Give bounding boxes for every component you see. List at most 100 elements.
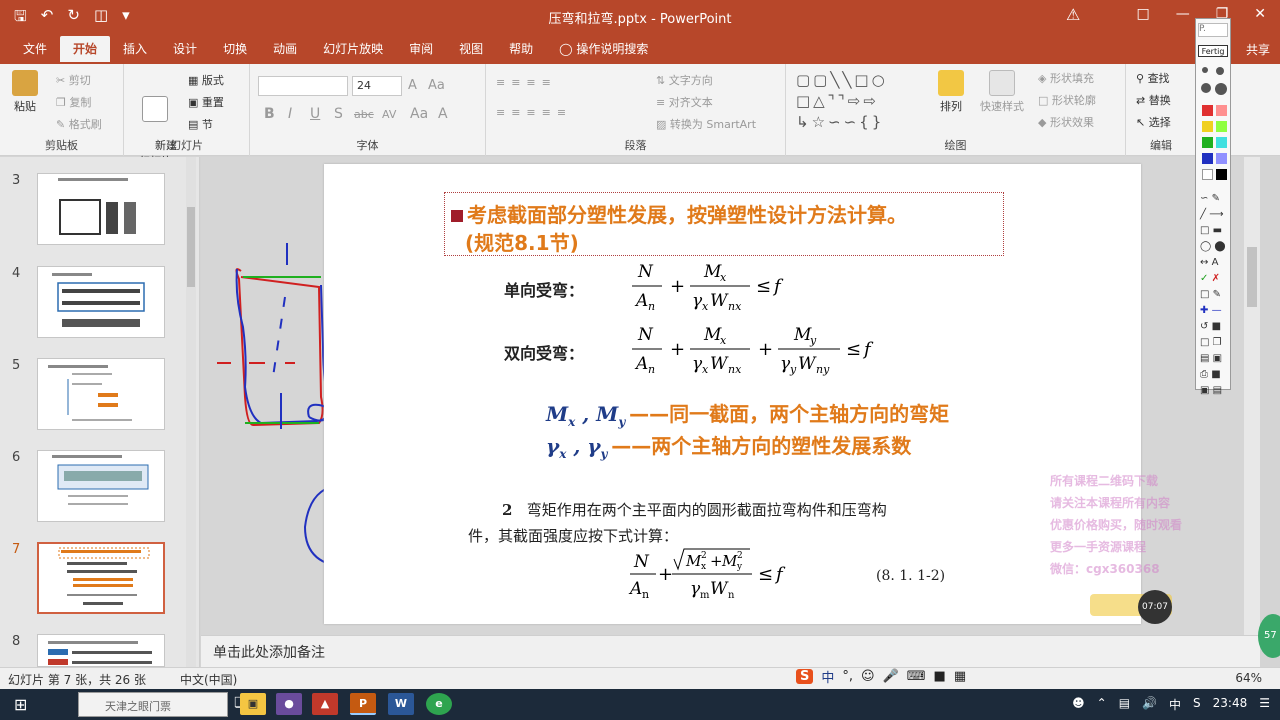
color-lime[interactable] <box>1216 121 1227 132</box>
tab-file[interactable]: 文件 <box>10 36 60 64</box>
tray-ime[interactable]: 中 <box>1169 696 1181 713</box>
keyboard-icon[interactable]: ⌨ <box>907 669 926 684</box>
shape-fill-button[interactable]: ◈ 形状填充 <box>1038 70 1094 86</box>
heading-box[interactable]: 考虑截面部分塑性发展，按弹塑性设计方法计算。 (规范8.1节) <box>444 192 1004 256</box>
cross-icon[interactable]: ✗ <box>1212 273 1220 284</box>
list-buttons[interactable]: ≡≡≡≡ <box>496 76 557 89</box>
grow-font-button[interactable]: A <box>408 78 417 93</box>
camera-icon[interactable]: ▣ <box>1200 385 1209 396</box>
tab-insert[interactable]: 插入 <box>110 36 160 64</box>
reset-button[interactable]: ▣ 重置 <box>188 94 224 110</box>
layout-button[interactable]: ▦ 版式 <box>188 72 224 88</box>
tab-review[interactable]: 审阅 <box>396 36 446 64</box>
emoji-icon[interactable]: ☺ <box>861 669 875 684</box>
tab-animations[interactable]: 动画 <box>260 36 310 64</box>
ribbon-display-icon[interactable]: □ <box>1136 6 1149 22</box>
pencil-icon[interactable]: ✎ <box>1212 193 1220 204</box>
align-buttons[interactable]: ≡≡≡≡≡ <box>496 106 572 119</box>
font-color-button[interactable]: A <box>438 106 448 122</box>
slide-thumbnail[interactable] <box>37 266 165 338</box>
arrange-button[interactable]: 排列 <box>938 70 964 114</box>
close-icon[interactable]: ✕ <box>1254 6 1266 22</box>
undo-pen-icon[interactable]: ↺ <box>1200 321 1208 332</box>
tell-me-search[interactable]: ◯ 操作说明搜索 <box>546 36 661 64</box>
browser-icon[interactable]: e <box>426 693 452 715</box>
tab-transitions[interactable]: 切换 <box>210 36 260 64</box>
zoom-level[interactable]: 64% <box>1235 671 1262 685</box>
green-badge[interactable]: 57 <box>1258 614 1280 658</box>
trash-icon[interactable]: ■ <box>1212 321 1221 332</box>
notes-pane[interactable]: 单击此处添加备注 <box>201 635 1260 667</box>
smartart-button[interactable]: ▨ 转换为 SmartArt <box>656 116 756 132</box>
arrow-icon[interactable]: ⟶ <box>1209 209 1223 220</box>
color-cyan[interactable] <box>1216 137 1227 148</box>
check-icon[interactable]: ✓ <box>1200 273 1208 284</box>
filled-ellipse-icon[interactable]: ⬤ <box>1214 241 1225 252</box>
slide-thumbnail[interactable] <box>37 173 165 245</box>
tab-help[interactable]: 帮助 <box>496 36 546 64</box>
color-white[interactable] <box>1202 169 1213 180</box>
powerpoint-icon[interactable]: P <box>350 693 376 715</box>
minimize-icon[interactable]: — <box>1176 6 1190 22</box>
char-spacing-button[interactable]: AV <box>382 108 396 121</box>
color-blue[interactable] <box>1202 153 1213 164</box>
page-icon[interactable]: □ <box>1200 337 1209 348</box>
pen-size-medium[interactable] <box>1216 67 1224 75</box>
file-explorer-icon[interactable]: ▣ <box>240 693 266 715</box>
text-tool-icon[interactable]: A <box>1212 257 1219 268</box>
warning-icon[interactable]: ⚠ <box>1066 5 1080 24</box>
slide-thumbnail[interactable] <box>37 358 165 430</box>
pen-size-large[interactable] <box>1201 83 1211 93</box>
export-icon[interactable]: ▤ <box>1213 385 1222 396</box>
tab-design[interactable]: 设计 <box>160 36 210 64</box>
change-case-button[interactable]: Aa <box>410 106 428 122</box>
ellipse-icon[interactable]: ◯ <box>1200 241 1211 252</box>
word-icon[interactable]: W <box>388 693 414 715</box>
slides-scrollbar[interactable] <box>186 157 196 667</box>
slide-thumbnail-active[interactable] <box>37 542 165 614</box>
app-icon[interactable]: ● <box>276 693 302 715</box>
bold-button[interactable]: B <box>264 106 275 122</box>
windows-start-icon[interactable]: ⊞ <box>14 695 27 714</box>
sogou-icon[interactable]: S <box>796 668 814 684</box>
select-button[interactable]: ↖ 选择 <box>1136 114 1171 130</box>
shape-effects-button[interactable]: ◆ 形状效果 <box>1038 114 1094 130</box>
italic-button[interactable]: I <box>288 106 292 122</box>
crop-icon[interactable]: □ <box>1200 289 1209 300</box>
share-button[interactable]: 共享 <box>1246 41 1270 58</box>
ime-mode[interactable]: 中 <box>821 667 834 686</box>
color-black[interactable] <box>1216 169 1227 180</box>
palette-tools[interactable]: ∽ ✎ ╱ ⟶ □ ▬ ◯ ⬤ ↔ A ✓ ✗ □ ✎ ✚ — ↺ ■ □ ❐ … <box>1200 191 1230 399</box>
canvas-scrollbar[interactable] <box>1244 157 1260 635</box>
window-icon[interactable]: ▣ <box>1213 353 1222 364</box>
sogou-tray-icon[interactable]: S <box>1193 696 1201 713</box>
color-yellow[interactable] <box>1202 121 1213 132</box>
slide-thumbnail[interactable] <box>37 634 165 667</box>
tab-view[interactable]: 视图 <box>446 36 496 64</box>
toolbox-icon[interactable]: ▦ <box>954 669 966 684</box>
quick-styles-button[interactable]: 快速样式 <box>980 70 1024 114</box>
color-lightblue[interactable] <box>1216 153 1227 164</box>
shape-outline-button[interactable]: □ 形状轮廓 <box>1038 92 1096 108</box>
tray-arrow-icon[interactable]: ⌃ <box>1097 696 1107 713</box>
palette-done-button[interactable]: Fertig <box>1198 45 1228 57</box>
pen-size-small[interactable] <box>1202 67 1208 73</box>
mic-icon[interactable]: 🎤 <box>883 669 899 684</box>
skin-icon[interactable]: ■ <box>934 669 946 684</box>
punctuation-icon[interactable]: °, <box>842 669 853 684</box>
scrollbar-thumb[interactable] <box>1247 247 1257 307</box>
scrollbar-thumb[interactable] <box>187 207 195 287</box>
align-text-button[interactable]: ≡ 对齐文本 <box>656 94 713 110</box>
clock[interactable]: 23:48 <box>1213 696 1248 713</box>
line-icon[interactable]: ╱ <box>1200 209 1206 220</box>
underline-button[interactable]: U <box>310 106 320 122</box>
copy-button[interactable]: ❐ 复制 <box>56 94 91 110</box>
pen-size-xlarge[interactable] <box>1215 83 1227 95</box>
copy-page-icon[interactable]: ❐ <box>1213 337 1222 348</box>
zoom-out-icon[interactable]: — <box>1212 305 1222 316</box>
case-button[interactable]: Aa <box>428 78 445 93</box>
font-name-input[interactable] <box>258 76 348 96</box>
paste-button[interactable]: 粘贴 <box>12 70 38 114</box>
tab-home[interactable]: 开始 <box>60 36 111 64</box>
freehand-icon[interactable]: ∽ <box>1200 193 1208 204</box>
